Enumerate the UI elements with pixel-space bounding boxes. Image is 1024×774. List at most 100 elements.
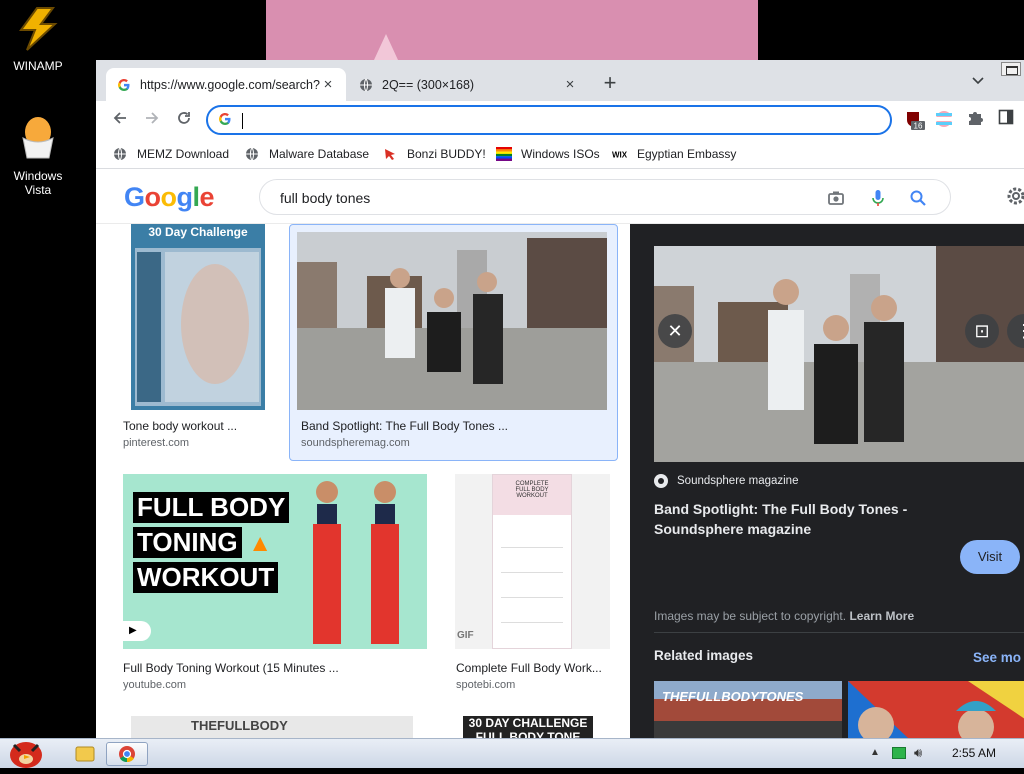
result-source[interactable]: spotebi.com	[456, 679, 515, 691]
close-icon[interactable]: ✕	[658, 314, 692, 348]
network-icon[interactable]	[892, 747, 906, 759]
thumb-overlay-text: FULL BODY TONING ▲ WORKOUT	[133, 492, 290, 593]
result-thumbnail[interactable]: THEFULLBODY	[131, 716, 413, 738]
search-icon[interactable]	[908, 188, 928, 208]
result-thumbnail[interactable]: FULL BODY TONING ▲ WORKOUT ▶	[123, 474, 427, 649]
bookmark-malware-database[interactable]: Malware Database	[244, 144, 369, 164]
source-line[interactable]: Soundsphere magazine	[654, 474, 798, 488]
result-thumbnail[interactable]	[297, 232, 607, 410]
thumb-text: 30 DAY CHALLENGE FULL BODY TONE	[468, 716, 588, 738]
image-results-grid: 30 Day Challenge Tone body workout ... p…	[96, 224, 630, 738]
tray-expand-icon[interactable]: ▲	[870, 747, 880, 758]
tab-strip: https://www.google.com/search? × 2Q== (3…	[96, 60, 1024, 101]
bookmark-egyptian-embassy[interactable]: WIX Egyptian Embassy	[612, 144, 736, 164]
site-favicon-icon	[654, 474, 668, 488]
globe-icon	[112, 146, 128, 162]
rainbow-flag-icon	[496, 146, 512, 162]
copyright-text: Images may be subject to copyright.	[654, 609, 847, 623]
tab-image[interactable]: 2Q== (300×168) ×	[348, 68, 588, 101]
result-source[interactable]: soundspheremag.com	[301, 437, 410, 449]
tab-google-search[interactable]: https://www.google.com/search? ×	[106, 68, 346, 101]
related-image-thumb[interactable]	[848, 681, 1024, 738]
sidebar-icon[interactable]	[998, 109, 1020, 131]
lens-search-icon[interactable]: ⊡	[965, 314, 999, 348]
clock[interactable]: 2:55 AM	[952, 746, 996, 760]
chrome-window: https://www.google.com/search? × 2Q== (3…	[96, 60, 1024, 738]
result-source[interactable]: pinterest.com	[123, 437, 189, 449]
desktop-icon-label: WINAMP	[13, 59, 63, 73]
bookmark-label: Egyptian Embassy	[637, 147, 737, 161]
microphone-icon[interactable]	[868, 188, 888, 208]
result-title[interactable]: Complete Full Body Work...	[456, 661, 602, 675]
tab-title: https://www.google.com/search?	[140, 77, 320, 92]
see-more-link[interactable]: See mo	[973, 650, 1021, 665]
related-image-thumb[interactable]: THEFULLBODYTONES	[654, 681, 842, 738]
camera-icon[interactable]	[826, 188, 846, 208]
google-header: Google full body tones	[96, 170, 1024, 224]
address-input[interactable]	[244, 110, 864, 130]
theme-icon[interactable]	[934, 109, 956, 131]
gear-icon[interactable]	[1006, 186, 1024, 211]
taskbar-explorer[interactable]	[64, 742, 106, 766]
bookmark-memz[interactable]: MEMZ Download	[112, 144, 229, 164]
preview-title[interactable]: Band Spotlight: The Full Body Tones - So…	[654, 499, 944, 539]
close-icon[interactable]: ×	[320, 76, 336, 93]
bookmark-label: Windows ISOs	[521, 147, 600, 161]
wallpaper-image	[266, 0, 758, 60]
google-g-icon	[116, 77, 132, 93]
bookmark-label: Bonzi BUDDY!	[407, 147, 486, 161]
globe-icon	[244, 146, 260, 162]
thumb-text: THEFULLBODYTONES	[662, 689, 804, 704]
bookmark-bonzi-buddy[interactable]: Bonzi BUDDY!	[382, 144, 486, 164]
search-box[interactable]: full body tones	[259, 179, 951, 215]
forward-button[interactable]	[142, 110, 162, 130]
ublock-icon[interactable]: 16	[904, 109, 926, 131]
winamp-lightning-icon	[0, 6, 76, 55]
ublock-badge-count: 16	[914, 122, 923, 131]
source-name: Soundsphere magazine	[677, 475, 799, 487]
result-title[interactable]: Band Spotlight: The Full Body Tones ...	[301, 419, 508, 433]
learn-more-link[interactable]: Learn More	[849, 609, 914, 623]
svg-text:WIX: WIX	[612, 151, 628, 159]
thumb-text: COMPLETE FULL BODY WORKOUT	[493, 475, 571, 515]
wallpaper-cat-ear	[374, 34, 398, 60]
result-thumbnail[interactable]: 30 Day Challenge	[131, 224, 265, 410]
new-tab-button[interactable]: +	[598, 72, 622, 96]
result-title[interactable]: Full Body Toning Workout (15 Minutes ...	[123, 661, 339, 675]
image-preview-panel: ✕ ⊡ ⋮ ‹ Soundsphere magazine Band Spotli…	[630, 224, 1024, 738]
volume-icon[interactable]: 🔊︎	[914, 745, 922, 761]
bookmark-label: MEMZ Download	[137, 147, 230, 161]
google-logo[interactable]: Google	[124, 182, 215, 213]
desktop-icon-windows-vista[interactable]: Windows Vista	[0, 116, 76, 197]
reload-button[interactable]	[174, 110, 194, 130]
puzzle-icon[interactable]	[966, 109, 988, 131]
result-title[interactable]: Tone body workout ...	[123, 419, 237, 433]
text-caret	[242, 113, 243, 129]
address-bar[interactable]	[206, 105, 892, 135]
preview-image[interactable]	[654, 246, 1024, 462]
bookmarks-bar: MEMZ Download Malware Database Bonzi BUD…	[96, 139, 1024, 169]
chevron-down-icon[interactable]	[972, 74, 984, 88]
bookmark-windows-isos[interactable]: Windows ISOs	[496, 144, 600, 164]
visit-button[interactable]: Visit	[960, 540, 1020, 574]
divider	[654, 632, 1024, 633]
result-source[interactable]: youtube.com	[123, 679, 186, 691]
result-thumbnail[interactable]: 30 DAY CHALLENGE FULL BODY TONE	[463, 716, 593, 738]
globe-icon	[358, 77, 374, 93]
bookmark-label: Malware Database	[269, 147, 370, 161]
desktop-icon-label: Windows Vista	[13, 169, 63, 197]
desktop-icon-winamp[interactable]: WINAMP	[0, 6, 76, 73]
red-arrow-icon	[382, 146, 398, 162]
result-thumbnail[interactable]: COMPLETE FULL BODY WORKOUT GIF	[455, 474, 610, 649]
back-button[interactable]	[110, 110, 130, 130]
gif-badge: GIF	[457, 630, 474, 641]
egg-cup-icon	[0, 116, 76, 165]
play-icon: ▶	[123, 621, 151, 641]
close-icon[interactable]: ×	[562, 76, 578, 93]
thumb-text: THEFULLBODY	[191, 718, 288, 733]
search-query[interactable]: full body tones	[280, 190, 370, 206]
start-button[interactable]	[4, 733, 48, 769]
restore-window-button[interactable]	[1001, 62, 1021, 76]
taskbar: ▲ 🔊︎ 2:55 AM	[0, 738, 1024, 768]
taskbar-chrome[interactable]	[106, 742, 148, 766]
